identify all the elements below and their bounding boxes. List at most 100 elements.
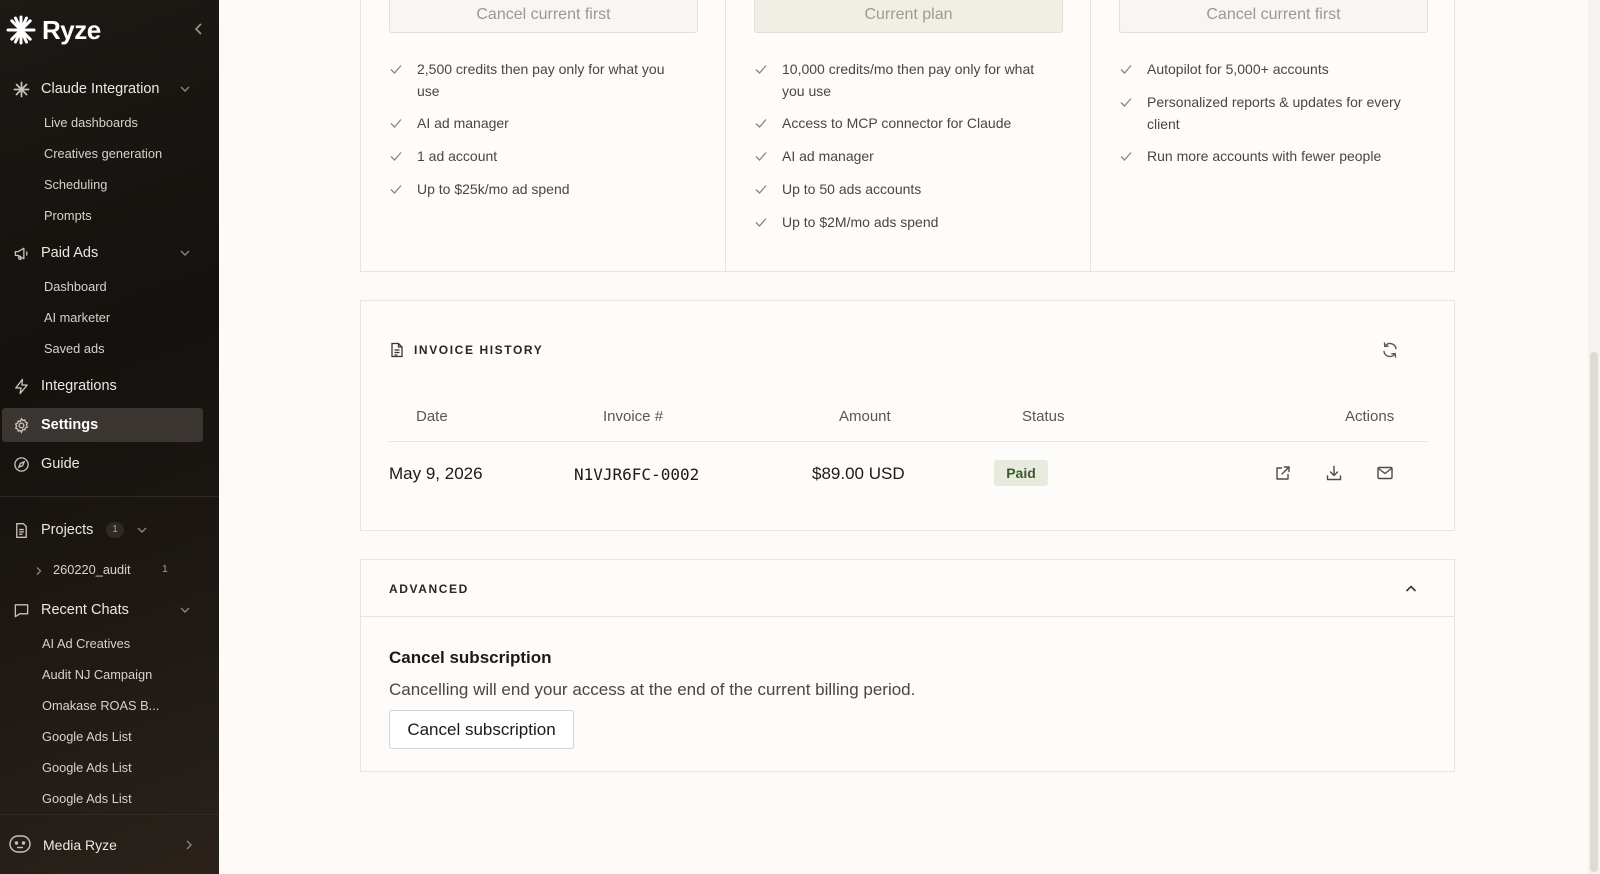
section-divider [361, 616, 1454, 617]
nav-label: Integrations [41, 378, 117, 394]
plan-feature: Access to MCP connector for Claude [754, 112, 1054, 134]
invoice-date: May 9, 2026 [389, 464, 483, 483]
status-badge: Paid [994, 460, 1048, 486]
plan-feature: AI ad manager [754, 145, 1054, 167]
sidebar: Ryze Claude Integration Live dashboards … [0, 0, 219, 874]
chevron-right-icon[interactable] [182, 838, 196, 852]
invoice-amount: $89.00 USD [812, 464, 905, 483]
document-icon [389, 342, 405, 358]
nav-label: Projects [41, 522, 94, 538]
email-icon[interactable] [1376, 464, 1394, 482]
column-header-invoice: Invoice # [603, 408, 664, 425]
main-content: Cancel current first 2,500 credits then … [219, 0, 1600, 874]
advanced-title: ADVANCED [389, 582, 469, 596]
account-name: Media Ryze [43, 837, 117, 853]
sidebar-item-saved-ads[interactable]: Saved ads [44, 339, 104, 359]
chat-bubble-icon [13, 602, 30, 619]
plan-action-button[interactable]: Cancel current first [389, 0, 698, 33]
plan-action-button[interactable]: Cancel current first [1119, 0, 1428, 33]
nav-label: Recent Chats [41, 602, 129, 618]
invoice-history-card: INVOICE HISTORY Date Invoice # Amount St… [360, 300, 1455, 531]
recent-chat-item[interactable]: AI Ad Creatives [42, 634, 130, 654]
plan-feature: Personalized reports & updates for every… [1119, 91, 1419, 135]
nav-projects[interactable]: Projects 1 [0, 513, 204, 547]
check-icon [389, 116, 403, 130]
refresh-icon[interactable] [1381, 341, 1399, 359]
sidebar-item-prompts[interactable]: Prompts [44, 206, 92, 226]
scrollbar[interactable] [1588, 0, 1600, 874]
plan-feature: 10,000 credits/mo then pay only for what… [754, 58, 1054, 102]
plan-card: Cancel current first Autopilot for 5,000… [1091, 0, 1455, 272]
current-plan-button[interactable]: Current plan [754, 0, 1063, 33]
plan-feature: AI ad manager [389, 112, 689, 134]
sidebar-item-creatives-generation[interactable]: Creatives generation [44, 144, 162, 164]
check-icon [389, 62, 403, 76]
cancel-subscription-heading: Cancel subscription [389, 648, 552, 667]
projects-count-badge: 1 [106, 522, 124, 538]
download-icon[interactable] [1325, 464, 1343, 482]
recent-chat-item[interactable]: Google Ads List [42, 727, 132, 747]
plan-feature: Autopilot for 5,000+ accounts [1119, 58, 1419, 80]
check-icon [1119, 95, 1133, 109]
nav-label: Guide [41, 456, 80, 472]
check-icon [754, 62, 768, 76]
brand-name: Ryze [42, 14, 101, 45]
sidebar-item-scheduling[interactable]: Scheduling [44, 175, 107, 195]
nav-paid-ads[interactable]: Paid Ads [0, 236, 204, 270]
check-icon [389, 149, 403, 163]
plan-feature: Up to 50 ads accounts [754, 178, 1054, 200]
plan-card-current: Current plan 10,000 credits/mo then pay … [726, 0, 1091, 272]
check-icon [1119, 62, 1133, 76]
check-icon [754, 182, 768, 196]
nav-guide[interactable]: Guide [0, 447, 204, 481]
plan-feature: 1 ad account [389, 145, 689, 167]
chevron-up-icon[interactable] [1403, 581, 1419, 597]
chevron-down-icon[interactable] [178, 246, 192, 260]
plan-feature: Up to $25k/mo ad spend [389, 178, 689, 200]
nav-settings[interactable]: Settings [2, 408, 203, 442]
column-header-date: Date [416, 408, 448, 425]
chevron-right-icon[interactable] [33, 565, 45, 577]
recent-chat-item[interactable]: Google Ads List [42, 789, 132, 809]
account-switcher[interactable]: Media Ryze [0, 826, 219, 862]
scrollbar-thumb[interactable] [1590, 352, 1598, 872]
sidebar-divider [0, 814, 219, 815]
compass-icon [13, 456, 30, 473]
chevron-down-icon[interactable] [135, 523, 149, 537]
cancel-subscription-description: Cancelling will end your access at the e… [389, 680, 916, 699]
check-icon [1119, 149, 1133, 163]
plan-card: Cancel current first 2,500 credits then … [361, 0, 726, 272]
nav-label: Settings [41, 417, 99, 433]
brand[interactable]: Ryze [6, 14, 101, 46]
project-count: 1 [162, 563, 168, 575]
sidebar-item-live-dashboards[interactable]: Live dashboards [44, 113, 138, 133]
megaphone-icon [13, 245, 30, 262]
open-external-icon[interactable] [1274, 464, 1292, 482]
project-name: 260220_audit [53, 562, 131, 577]
gear-icon [13, 416, 30, 434]
chevron-down-icon[interactable] [178, 82, 192, 96]
chevron-down-icon[interactable] [178, 603, 192, 617]
check-icon [754, 215, 768, 229]
invoice-history-title: INVOICE HISTORY [414, 343, 544, 357]
plan-feature: 2,500 credits then pay only for what you… [389, 58, 689, 102]
column-header-amount: Amount [839, 408, 891, 425]
ryze-logo-icon [6, 15, 36, 45]
nav-recent-chats[interactable]: Recent Chats [0, 593, 204, 627]
recent-chat-item[interactable]: Audit NJ Campaign [42, 665, 152, 685]
nav-claude-integration[interactable]: Claude Integration [0, 72, 204, 106]
cancel-subscription-button[interactable]: Cancel subscription [389, 710, 574, 749]
recent-chat-item[interactable]: Omakase ROAS B... [42, 696, 159, 716]
column-header-actions: Actions [1345, 408, 1395, 425]
collapse-sidebar-icon[interactable] [190, 20, 208, 38]
claude-icon [13, 81, 30, 98]
sidebar-item-ai-marketer[interactable]: AI marketer [44, 308, 110, 328]
project-item[interactable]: 260220_audit 1 [0, 560, 219, 582]
recent-chat-item[interactable]: Google Ads List [42, 758, 132, 778]
nav-label: Paid Ads [41, 245, 99, 261]
nav-integrations[interactable]: Integrations [0, 369, 204, 403]
check-icon [389, 182, 403, 196]
table-divider [389, 441, 1427, 442]
nav-label: Claude Integration [41, 81, 160, 97]
sidebar-item-dashboard[interactable]: Dashboard [44, 277, 107, 297]
